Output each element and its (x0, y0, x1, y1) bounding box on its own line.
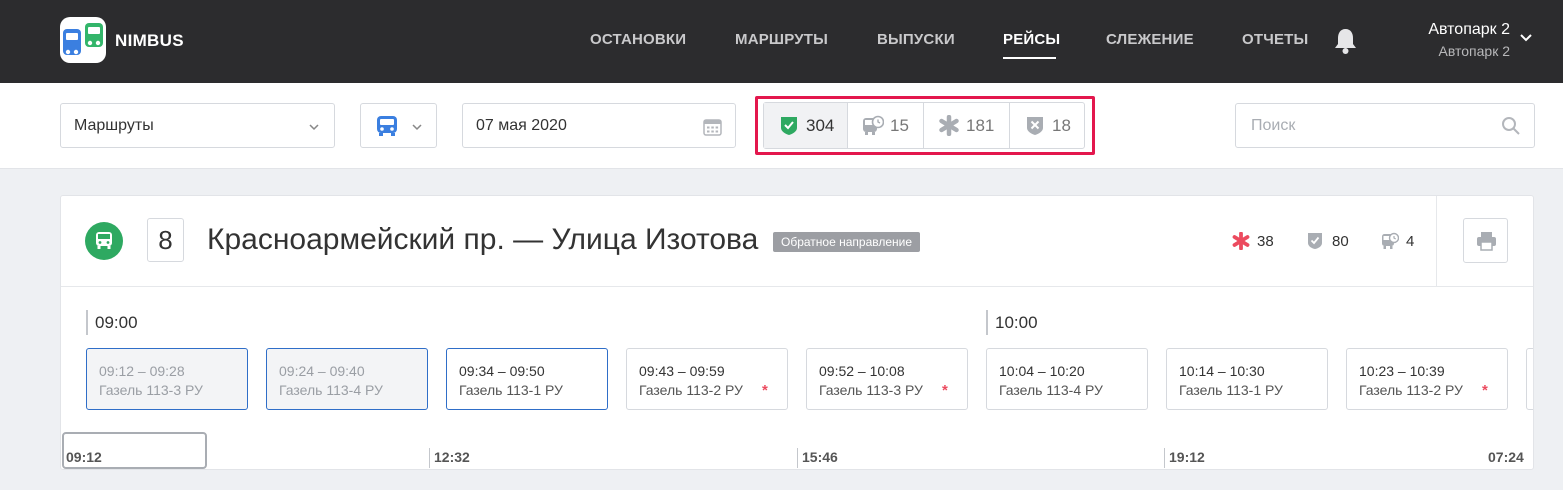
hour-label: 10:00 (995, 313, 1038, 332)
trip-time: 09:24 – 09:40 (279, 363, 365, 379)
trip-card[interactable]: 10:04 – 10:20 Газель 113-4 РУ (986, 348, 1148, 410)
brand-name: NIMBUS (115, 31, 184, 50)
nav-reports[interactable]: ОТЧЕТЫ (1242, 31, 1308, 48)
filter-delayed[interactable]: 15 (848, 103, 924, 148)
date-picker-input[interactable]: 07 мая 2020 (462, 103, 736, 148)
filter-cancelled[interactable]: 18 (1010, 103, 1084, 148)
nav-stops[interactable]: ОСТАНОВКИ (590, 31, 686, 48)
nav-trips[interactable]: РЕЙСЫ (1003, 31, 1060, 48)
trip-card[interactable]: 10:14 – 10:30 Газель 113-1 РУ (1166, 348, 1328, 410)
timeline-label: 19:12 (1169, 449, 1205, 465)
trip-card[interactable]: 09:34 – 09:50 Газель 113-1 РУ (446, 348, 608, 410)
timeline-tick (1164, 448, 1165, 468)
bell-icon[interactable] (1333, 27, 1358, 55)
printer-icon (1477, 232, 1496, 251)
header-divider (1436, 196, 1437, 286)
route-number: 8 (147, 218, 184, 262)
nav-tracking[interactable]: СЛЕЖЕНИЕ (1106, 31, 1194, 48)
trip-alert-flag: * (762, 382, 768, 399)
asterisk-icon (939, 115, 959, 136)
trip-vehicle: Газель 113-2 РУ (1359, 382, 1463, 398)
search-icon[interactable] (1501, 116, 1521, 136)
trip-time: 09:43 – 09:59 (639, 363, 725, 379)
timeline-label: 15:46 (802, 449, 838, 465)
active-nav-underline (1003, 57, 1056, 59)
account-subtitle: Автопарк 2 (1438, 43, 1510, 59)
trip-card[interactable]: 09:12 – 09:28 Газель 113-3 РУ (86, 348, 248, 410)
search-input[interactable]: Поиск (1235, 103, 1535, 148)
trip-vehicle: Газель 113-3 РУ (819, 382, 923, 398)
hour-label: 09:00 (95, 313, 138, 332)
asterisk-icon (1232, 232, 1250, 250)
chevron-down-icon (309, 124, 319, 131)
hour-marker (986, 310, 988, 335)
filter-planned[interactable]: 181 (924, 103, 1010, 148)
nav-releases[interactable]: ВЫПУСКИ (877, 31, 955, 48)
print-button[interactable] (1463, 218, 1508, 263)
timeline-tick (429, 448, 430, 468)
trip-vehicle: Газель 113-1 РУ (459, 382, 563, 398)
trip-card-partial[interactable] (1526, 348, 1533, 410)
trip-vehicle: Газель 113-4 РУ (999, 382, 1103, 398)
stat-delayed-count: 4 (1406, 233, 1415, 250)
calendar-icon[interactable] (703, 117, 722, 136)
chevron-down-icon (412, 124, 422, 131)
card-divider (61, 286, 1533, 287)
trip-card[interactable]: 10:23 – 10:39 Газель 113-2 РУ * (1346, 348, 1508, 410)
chevron-down-icon[interactable] (1520, 33, 1532, 43)
filter-delayed-count: 15 (890, 116, 909, 135)
trip-time: 09:34 – 09:50 (459, 363, 545, 379)
search-placeholder: Поиск (1251, 117, 1296, 134)
filter-cancelled-count: 18 (1052, 116, 1071, 135)
timeline-tick (797, 448, 798, 468)
bus-icon (377, 116, 397, 136)
stat-planned-count: 38 (1257, 233, 1274, 250)
nav-routes[interactable]: МАРШРУТЫ (735, 31, 828, 48)
shield-check-icon (781, 117, 797, 135)
routes-select-value: Маршруты (74, 117, 154, 134)
timeline-scrubber-window[interactable] (62, 432, 207, 469)
logo-icon[interactable] (60, 17, 106, 63)
trip-alert-flag: * (1482, 382, 1488, 399)
filter-toolbar: Маршруты 07 мая 2020 304 15 181 18 Поиск (0, 83, 1563, 169)
top-navigation-bar: NIMBUS ОСТАНОВКИ МАРШРУТЫ ВЫПУСКИ РЕЙСЫ … (0, 0, 1563, 83)
direction-badge: Обратное направление (773, 232, 921, 252)
trip-time: 10:04 – 10:20 (999, 363, 1085, 379)
trip-time: 10:14 – 10:30 (1179, 363, 1265, 379)
timeline-label: 12:32 (434, 449, 470, 465)
trip-alert-flag: * (942, 382, 948, 399)
date-value: 07 мая 2020 (476, 117, 567, 134)
account-name[interactable]: Автопарк 2 (1400, 21, 1510, 39)
shield-cross-icon (1027, 117, 1043, 135)
filter-planned-count: 181 (966, 116, 995, 135)
trip-time: 09:52 – 10:08 (819, 363, 905, 379)
trip-time: 09:12 – 09:28 (99, 363, 185, 379)
trip-status-filters: 304 15 181 18 (763, 102, 1085, 149)
bus-clock-icon (1382, 232, 1399, 249)
trip-card[interactable]: 09:43 – 09:59 Газель 113-2 РУ * (626, 348, 788, 410)
filter-completed[interactable]: 304 (764, 103, 848, 148)
stat-completed-count: 80 (1332, 233, 1349, 250)
route-title: Красноармейский пр. — Улица Изотова (207, 223, 759, 256)
trip-time: 10:23 – 10:39 (1359, 363, 1445, 379)
route-card: 8 Красноармейский пр. — Улица Изотова Об… (60, 195, 1534, 470)
trip-vehicle: Газель 113-4 РУ (279, 382, 383, 398)
timeline-label: 07:24 (1488, 449, 1524, 465)
trip-card[interactable]: 09:52 – 10:08 Газель 113-3 РУ * (806, 348, 968, 410)
shield-check-icon (1308, 233, 1322, 249)
route-bus-icon (85, 222, 123, 260)
trip-vehicle: Газель 113-2 РУ (639, 382, 743, 398)
transport-type-select[interactable] (360, 103, 437, 148)
trip-card[interactable]: 09:24 – 09:40 Газель 113-4 РУ (266, 348, 428, 410)
bus-icon (96, 232, 112, 249)
trip-vehicle: Газель 113-3 РУ (99, 382, 203, 398)
trip-vehicle: Газель 113-1 РУ (1179, 382, 1283, 398)
routes-select[interactable]: Маршруты (60, 103, 335, 148)
filter-completed-count: 304 (806, 116, 835, 135)
hour-marker (86, 310, 88, 335)
bus-clock-icon (863, 115, 884, 135)
